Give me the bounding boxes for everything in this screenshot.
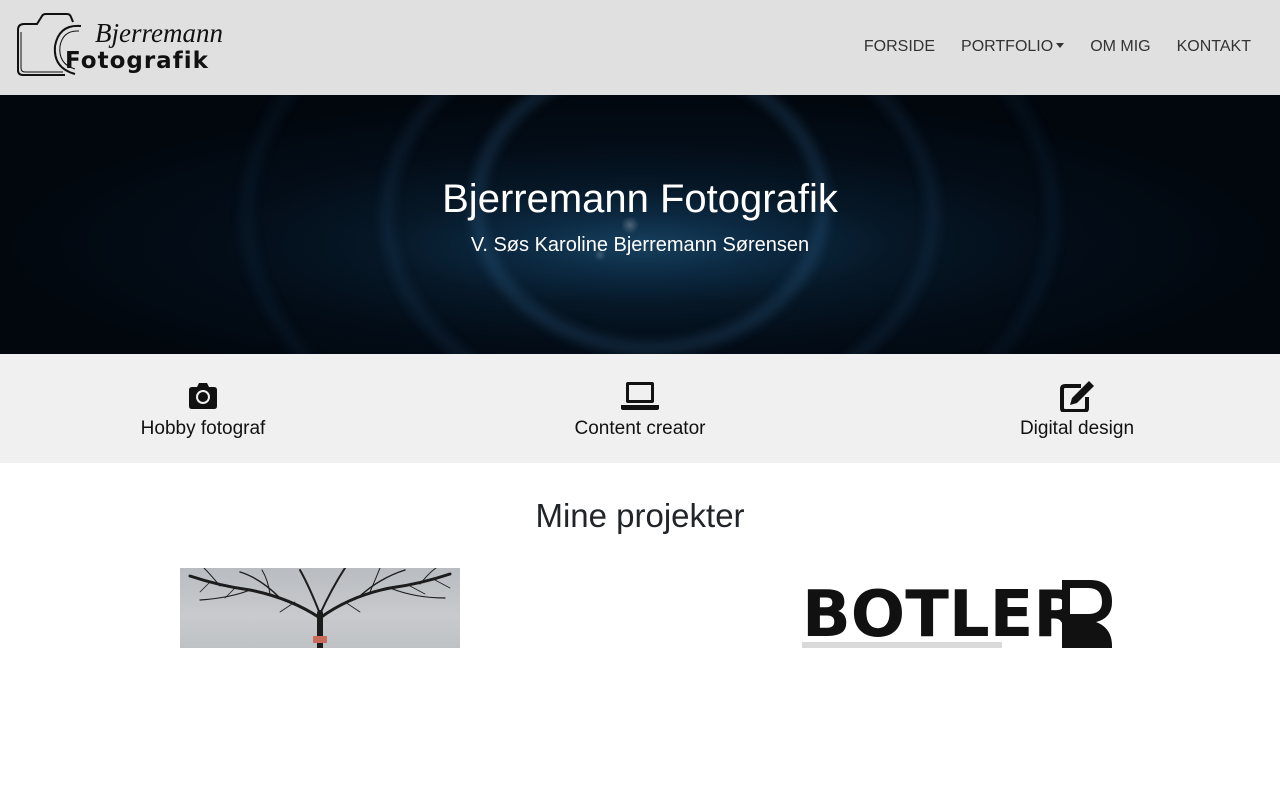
feature-digital-design: Digital design [947,380,1207,440]
logo-word-text: Fotografik [65,48,209,74]
edit-icon [1060,381,1094,412]
feature-content-creator: Content creator [510,380,770,440]
main-nav: FORSIDE PORTFOLIO OM MIG KONTAKT [851,37,1264,57]
botler-logo: BOTLER [802,578,1112,648]
feature-label: Digital design [1019,418,1135,439]
botler-logo-text: BOTLER [802,578,1083,648]
project-image-tree[interactable] [180,568,460,648]
nav-item-portfolio-label: PORTFOLIO [961,38,1054,55]
hero-subtitle: V. Søs Karoline Bjerremann Sørensen [470,234,810,256]
nav-item-kontakt[interactable]: KONTAKT [1164,37,1264,57]
project-image-botler[interactable]: BOTLER [800,568,1120,648]
feature-label: Content creator [574,418,706,439]
chevron-down-icon [1056,43,1065,48]
projects-title: Mine projekter [535,497,745,534]
laptop-icon [621,382,659,410]
features-strip: Hobby fotograf Content creator Digital d… [0,354,1280,463]
brand-logo[interactable]: Bjerremann Fotografik [15,12,223,78]
feature-label: Hobby fotograf [140,418,266,439]
feature-hobby-fotograf: Hobby fotograf [73,380,333,440]
hero-bokeh-swirl [240,95,1060,354]
nav-item-forside[interactable]: FORSIDE [851,37,948,57]
nav-item-om-mig[interactable]: OM MIG [1077,37,1163,57]
nav-item-portfolio[interactable]: PORTFOLIO [948,37,1077,57]
logo-script-text: Bjerremann [95,18,223,48]
navbar: Bjerremann Fotografik FORSIDE PORTFOLIO … [0,0,1280,95]
hero-banner: Bjerremann Fotografik V. Søs Karoline Bj… [0,95,1280,354]
hero-title: Bjerremann Fotografik [442,177,838,221]
camera-icon [189,383,217,409]
tree-photo [188,568,452,648]
